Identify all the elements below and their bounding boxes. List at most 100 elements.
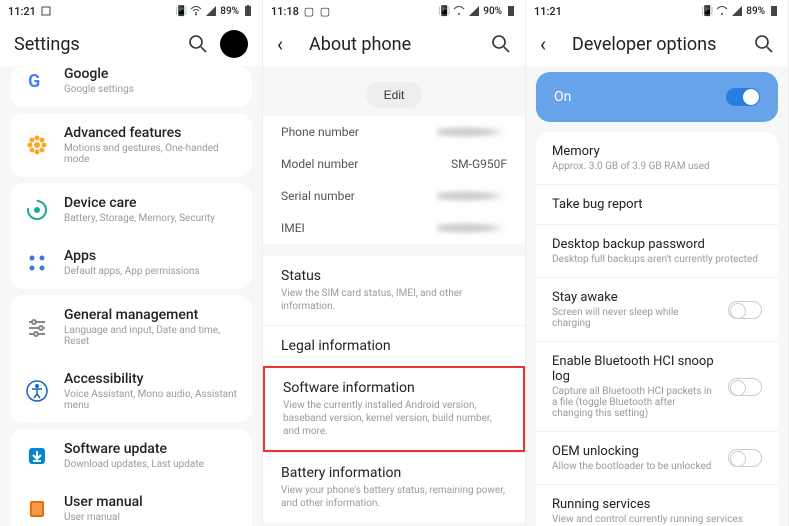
dev-sub: View and control currently running servi… xyxy=(552,514,762,525)
master-toggle[interactable] xyxy=(726,88,760,106)
dev-sub: Allow the bootloader to be unlocked xyxy=(552,461,718,472)
kv-key: Phone number xyxy=(281,125,437,139)
signal-icon xyxy=(205,5,217,17)
svg-text:G: G xyxy=(28,71,40,92)
back-icon[interactable]: ‹ xyxy=(540,32,560,56)
item-title: Advanced features xyxy=(64,125,238,141)
kv-key: Model number xyxy=(281,157,451,171)
item-sub: Voice Assistant, Mono audio, Assistant m… xyxy=(64,389,238,411)
battery-pct: 89% xyxy=(746,6,765,17)
vibrate-icon: 📳 xyxy=(701,5,713,17)
status-bar: 11:21 📳 89% xyxy=(0,0,262,22)
settings-item-general[interactable]: General managementLanguage and input, Da… xyxy=(10,295,252,359)
dev-item-bug-report[interactable]: Take bug report xyxy=(536,184,778,224)
dev-title: Desktop backup password xyxy=(552,237,762,252)
item-sub: Battery, Storage, Memory, Security xyxy=(64,213,238,224)
sec-sub: View the currently installed Android ver… xyxy=(283,399,505,438)
item-title: Apps xyxy=(64,248,238,264)
page-title: About phone xyxy=(309,34,479,55)
screenshot-icon: ▢ xyxy=(303,5,315,17)
about-content: Edit Phone number Model numberSM-G950F S… xyxy=(263,66,525,526)
settings-item-software-update[interactable]: Software updateDownload updates, Last up… xyxy=(10,429,252,482)
dev-item-stay-awake[interactable]: Stay awakeScreen will never sleep while … xyxy=(536,277,778,341)
settings-list: G Google Google settings Advanced feature… xyxy=(0,66,262,526)
sec-title: Status xyxy=(281,268,507,284)
kv-value: SM-G950F xyxy=(451,157,507,171)
gear-flower-icon xyxy=(24,132,50,158)
kv-model-number: Model numberSM-G950F xyxy=(263,148,525,180)
phone-developer: 11:21 📳 89% ‹ Developer options On Memor… xyxy=(526,0,789,526)
vibrate-icon: 📳 xyxy=(438,5,450,17)
kv-key: Serial number xyxy=(281,189,437,203)
sec-sub: View your phone's battery status, remain… xyxy=(281,484,507,510)
kv-phone-number: Phone number xyxy=(263,116,525,148)
dev-title: Running services xyxy=(552,497,762,512)
dev-item-backup-pw[interactable]: Desktop backup passwordDesktop full back… xyxy=(536,224,778,277)
dev-sub: Approx. 3.0 GB of 3.9 GB RAM used xyxy=(552,161,762,172)
toggle-stay-awake[interactable] xyxy=(728,301,762,319)
section-software-info[interactable]: Software informationView the currently i… xyxy=(263,366,525,452)
battery-icon xyxy=(505,5,517,17)
item-sub: Google settings xyxy=(64,84,238,95)
redacted-value xyxy=(437,190,507,202)
dev-title: Enable Bluetooth HCI snoop log xyxy=(552,354,718,384)
status-time: 11:21 xyxy=(534,5,562,18)
book-icon xyxy=(24,496,50,522)
sec-sub: View the SIM card status, IMEI, and othe… xyxy=(281,287,507,313)
page-title: Developer options xyxy=(572,34,742,55)
device-care-icon xyxy=(24,197,50,223)
item-title: User manual xyxy=(64,494,238,510)
on-label: On xyxy=(554,89,726,105)
search-icon[interactable] xyxy=(491,34,511,54)
dev-title: Stay awake xyxy=(552,290,718,305)
search-icon[interactable] xyxy=(754,34,774,54)
dev-sub: Capture all Bluetooth HCI packets in a f… xyxy=(552,386,718,419)
settings-item-device-care[interactable]: Device careBattery, Storage, Memory, Sec… xyxy=(10,183,252,236)
wifi-icon xyxy=(190,5,202,17)
vibrate-icon: 📳 xyxy=(175,5,187,17)
dev-item-running-services[interactable]: Running services View and control current… xyxy=(536,484,778,526)
search-icon[interactable] xyxy=(188,34,208,54)
download-icon xyxy=(24,443,50,469)
dev-title: Memory xyxy=(552,144,762,159)
section-legal[interactable]: Legal information xyxy=(263,325,525,366)
device-info-table: Phone number Model numberSM-G950F Serial… xyxy=(263,116,525,244)
screenshot-icon xyxy=(40,5,52,17)
kv-imei: IMEI xyxy=(263,212,525,244)
edit-button[interactable]: Edit xyxy=(366,82,423,108)
dev-title: Take bug report xyxy=(552,197,762,212)
settings-item-user-manual[interactable]: User manualUser manual xyxy=(10,482,252,526)
dev-item-memory[interactable]: Memory Approx. 3.0 GB of 3.9 GB RAM used xyxy=(536,132,778,184)
settings-item-apps[interactable]: AppsDefault apps, App permissions xyxy=(10,236,252,289)
header: ‹ Developer options xyxy=(526,22,788,66)
battery-pct: 89% xyxy=(220,6,239,17)
settings-item-accessibility[interactable]: Accessibility Voice Assistant, Mono audio… xyxy=(10,359,252,423)
status-bar: 11:21 📳 89% xyxy=(526,0,788,22)
profile-avatar[interactable] xyxy=(220,30,248,58)
wifi-icon xyxy=(716,5,728,17)
back-icon[interactable]: ‹ xyxy=(277,32,297,56)
toggle-bt-snoop[interactable] xyxy=(728,378,762,396)
dev-item-oem-unlock[interactable]: OEM unlocking Allow the bootloader to be … xyxy=(536,431,778,484)
section-battery-info[interactable]: Battery informationView your phone's bat… xyxy=(263,452,525,522)
settings-item-advanced[interactable]: Advanced featuresMotions and gestures, O… xyxy=(10,113,252,177)
toggle-oem-unlock[interactable] xyxy=(728,449,762,467)
battery-icon xyxy=(768,5,780,17)
battery-icon xyxy=(242,5,254,17)
battery-pct: 90% xyxy=(483,6,502,17)
master-toggle-banner[interactable]: On xyxy=(536,72,778,122)
item-title: General management xyxy=(64,307,238,323)
item-title: Accessibility xyxy=(64,371,238,387)
settings-item-google[interactable]: G Google Google settings xyxy=(10,66,252,107)
dev-item-bt-snoop[interactable]: Enable Bluetooth HCI snoop logCapture al… xyxy=(536,341,778,431)
accessibility-icon xyxy=(24,378,50,404)
item-title: Google xyxy=(64,66,238,82)
header: Settings xyxy=(0,22,262,66)
dev-title: OEM unlocking xyxy=(552,444,718,459)
signal-icon xyxy=(468,5,480,17)
redacted-value xyxy=(437,222,507,234)
page-title: Settings xyxy=(14,34,176,55)
section-status[interactable]: Status View the SIM card status, IMEI, an… xyxy=(263,256,525,325)
edit-wrap: Edit xyxy=(263,66,525,116)
developer-content: On Memory Approx. 3.0 GB of 3.9 GB RAM us… xyxy=(526,66,788,526)
